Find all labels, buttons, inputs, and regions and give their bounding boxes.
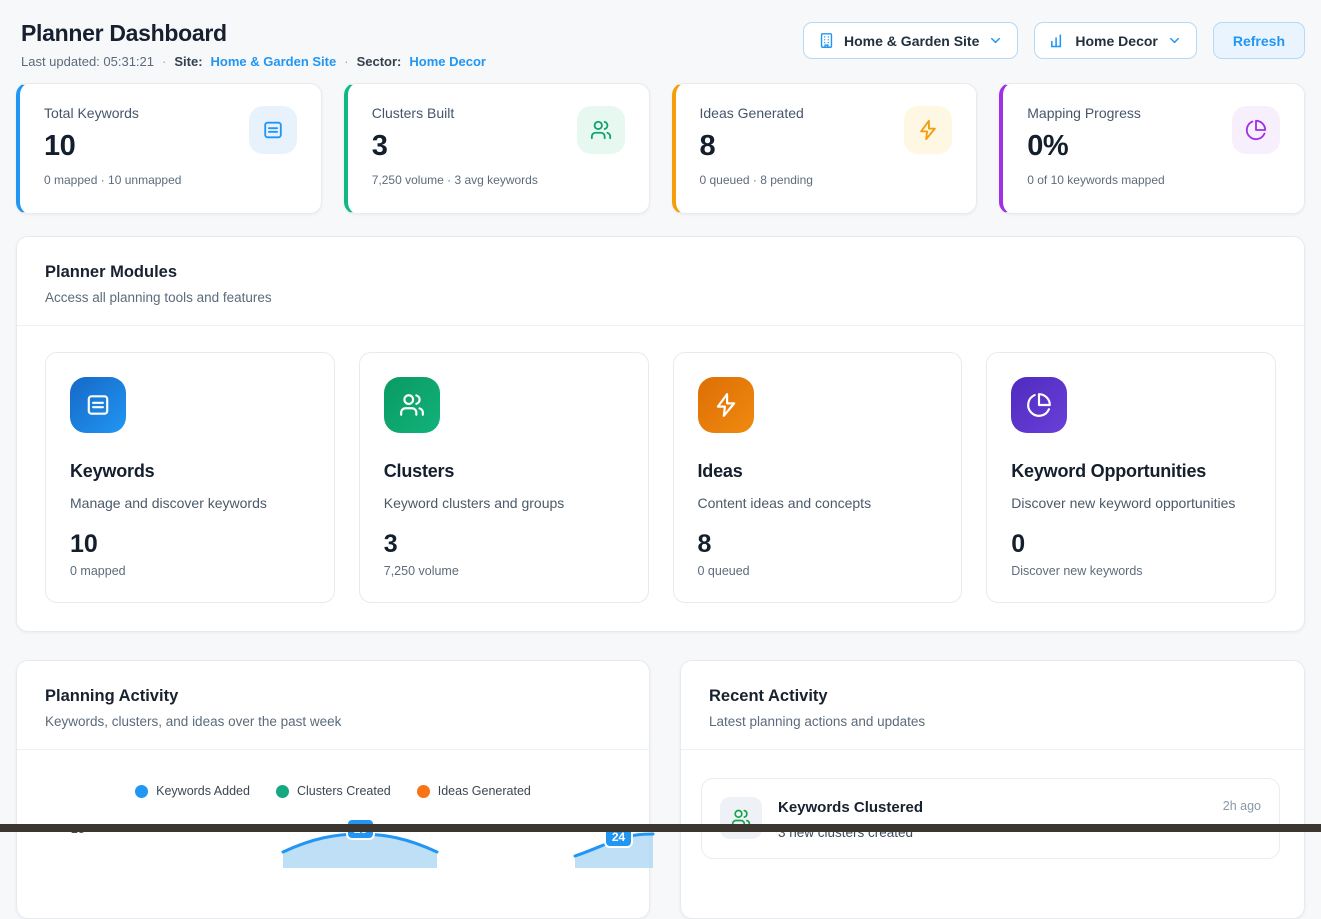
stat-sub: 7,250 volume · 3 avg keywords bbox=[372, 173, 625, 187]
activity-item-keywords-clustered[interactable]: Keywords Clustered 3 new clusters create… bbox=[701, 778, 1280, 859]
users-icon bbox=[720, 797, 762, 839]
chart-legend: Keywords Added Clusters Created Ideas Ge… bbox=[31, 784, 635, 798]
sector-label: Sector: bbox=[357, 54, 402, 69]
stat-sub: 0 of 10 keywords mapped bbox=[1027, 173, 1280, 187]
stat-card-clusters-built: Clusters Built 3 7,250 volume · 3 avg ke… bbox=[344, 83, 650, 214]
module-value: 3 bbox=[384, 530, 624, 559]
module-title: Keywords bbox=[70, 461, 310, 482]
stat-card-total-keywords: Total Keywords 10 0 mapped · 10 unmapped bbox=[16, 83, 322, 214]
module-value: 8 bbox=[698, 530, 938, 559]
chevron-down-icon bbox=[988, 33, 1003, 48]
module-title: Ideas bbox=[698, 461, 938, 482]
building-icon bbox=[818, 32, 835, 49]
section-subtitle: Latest planning actions and updates bbox=[709, 714, 1276, 729]
zap-icon bbox=[904, 106, 952, 154]
sector-dropdown-label: Home Decor bbox=[1075, 33, 1157, 49]
legend-dot-blue bbox=[135, 785, 148, 798]
module-value: 0 bbox=[1011, 530, 1251, 559]
legend-item-ideas-generated[interactable]: Ideas Generated bbox=[417, 784, 531, 798]
stats-row: Total Keywords 10 0 mapped · 10 unmapped… bbox=[16, 83, 1305, 214]
stat-sub: 0 queued · 8 pending bbox=[700, 173, 953, 187]
module-sub: Discover new keywords bbox=[1011, 564, 1251, 578]
section-title: Planner Modules bbox=[45, 263, 1276, 282]
document-icon bbox=[70, 377, 126, 433]
document-icon bbox=[249, 106, 297, 154]
module-title: Clusters bbox=[384, 461, 624, 482]
module-value: 10 bbox=[70, 530, 310, 559]
header-controls: Home & Garden Site Home Decor Refresh bbox=[803, 22, 1305, 59]
module-tile-ideas[interactable]: Ideas Content ideas and concepts 8 0 que… bbox=[673, 352, 963, 603]
section-subtitle: Access all planning tools and features bbox=[45, 290, 1276, 305]
planner-modules-card: Planner Modules Access all planning tool… bbox=[16, 236, 1305, 632]
activity-chart: Keywords Added Clusters Created Ideas Ge… bbox=[17, 750, 649, 918]
stat-card-ideas-generated: Ideas Generated 8 0 queued · 8 pending bbox=[672, 83, 978, 214]
legend-dot-green bbox=[276, 785, 289, 798]
legend-label: Ideas Generated bbox=[438, 784, 531, 798]
legend-dot-orange bbox=[417, 785, 430, 798]
module-tile-clusters[interactable]: Clusters Keyword clusters and groups 3 7… bbox=[359, 352, 649, 603]
planner-modules-header: Planner Modules Access all planning tool… bbox=[17, 237, 1304, 326]
site-link[interactable]: Home & Garden Site bbox=[211, 54, 337, 69]
sector-link[interactable]: Home Decor bbox=[409, 54, 486, 69]
planning-activity-header: Planning Activity Keywords, clusters, an… bbox=[17, 661, 649, 750]
users-icon bbox=[384, 377, 440, 433]
section-subtitle: Keywords, clusters, and ideas over the p… bbox=[45, 714, 621, 729]
refresh-button[interactable]: Refresh bbox=[1213, 22, 1305, 59]
legend-label: Keywords Added bbox=[156, 784, 250, 798]
pie-chart-icon bbox=[1232, 106, 1280, 154]
planning-activity-card: Planning Activity Keywords, clusters, an… bbox=[16, 660, 650, 919]
bottom-bar bbox=[0, 824, 1321, 832]
page-header: Planner Dashboard Last updated: 05:31:21… bbox=[16, 14, 1305, 69]
module-description: Discover new keyword opportunities bbox=[1011, 495, 1251, 511]
stat-card-mapping-progress: Mapping Progress 0% 0 of 10 keywords map… bbox=[999, 83, 1305, 214]
module-sub: 0 mapped bbox=[70, 564, 310, 578]
module-description: Content ideas and concepts bbox=[698, 495, 938, 511]
legend-item-keywords-added[interactable]: Keywords Added bbox=[135, 784, 250, 798]
site-dropdown[interactable]: Home & Garden Site bbox=[803, 22, 1018, 59]
module-title: Keyword Opportunities bbox=[1011, 461, 1251, 482]
last-updated-text: Last updated: 05:31:21 bbox=[21, 54, 154, 69]
users-icon bbox=[577, 106, 625, 154]
bar-chart-icon bbox=[1049, 32, 1066, 49]
recent-activity-header: Recent Activity Latest planning actions … bbox=[681, 661, 1304, 750]
planner-dashboard-page: Planner Dashboard Last updated: 05:31:21… bbox=[0, 0, 1321, 919]
header-left: Planner Dashboard Last updated: 05:31:21… bbox=[21, 14, 486, 69]
legend-item-clusters-created[interactable]: Clusters Created bbox=[276, 784, 391, 798]
recent-activity-card: Recent Activity Latest planning actions … bbox=[680, 660, 1305, 919]
activity-content: Keywords Clustered 3 new clusters create… bbox=[778, 797, 923, 840]
section-title: Planning Activity bbox=[45, 687, 621, 706]
meta-separator: · bbox=[344, 54, 348, 69]
module-tile-keyword-opportunities[interactable]: Keyword Opportunities Discover new keywo… bbox=[986, 352, 1276, 603]
module-description: Manage and discover keywords bbox=[70, 495, 310, 511]
site-label: Site: bbox=[174, 54, 202, 69]
module-tile-keywords[interactable]: Keywords Manage and discover keywords 10… bbox=[45, 352, 335, 603]
module-sub: 7,250 volume bbox=[384, 564, 624, 578]
header-meta: Last updated: 05:31:21 · Site: Home & Ga… bbox=[21, 54, 486, 69]
legend-label: Clusters Created bbox=[297, 784, 391, 798]
modules-grid: Keywords Manage and discover keywords 10… bbox=[17, 326, 1304, 631]
recent-activity-list: Keywords Clustered 3 new clusters create… bbox=[681, 750, 1304, 859]
zap-icon bbox=[698, 377, 754, 433]
page-title: Planner Dashboard bbox=[21, 20, 486, 47]
pie-chart-icon bbox=[1011, 377, 1067, 433]
activity-title: Keywords Clustered bbox=[778, 799, 923, 816]
bottom-row: Planning Activity Keywords, clusters, an… bbox=[16, 660, 1305, 919]
sector-dropdown[interactable]: Home Decor bbox=[1034, 22, 1196, 59]
module-sub: 0 queued bbox=[698, 564, 938, 578]
module-description: Keyword clusters and groups bbox=[384, 495, 624, 511]
meta-separator: · bbox=[162, 54, 166, 69]
section-title: Recent Activity bbox=[709, 687, 1276, 706]
chevron-down-icon bbox=[1167, 33, 1182, 48]
site-dropdown-label: Home & Garden Site bbox=[844, 33, 979, 49]
stat-sub: 0 mapped · 10 unmapped bbox=[44, 173, 297, 187]
activity-timestamp: 2h ago bbox=[1223, 799, 1261, 813]
